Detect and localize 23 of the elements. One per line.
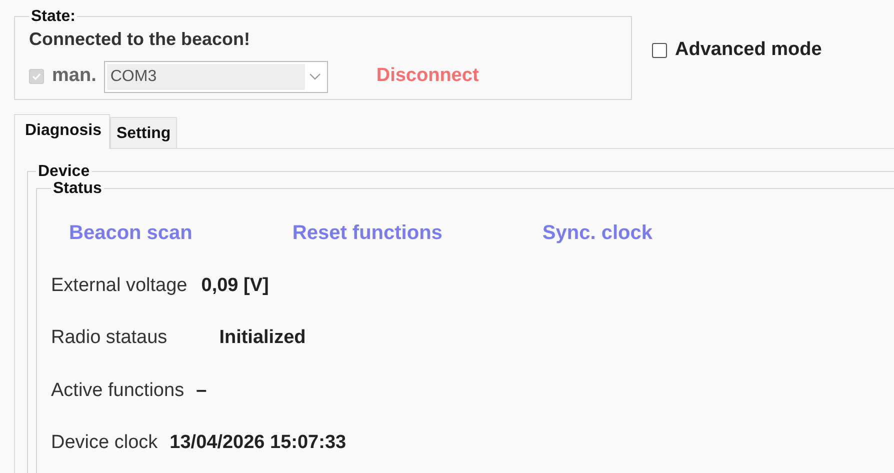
group-legend: Status [51, 180, 104, 198]
field-label: External voltage [51, 274, 188, 298]
field-value: 13/04/2026 15:07:33 [170, 431, 346, 456]
field-value: Initialized [219, 326, 306, 350]
checkmark-icon [31, 71, 42, 82]
disconnect-link[interactable]: Disconnect [376, 62, 479, 91]
field-label: Radio stataus [51, 326, 168, 350]
action-link[interactable]: Sync. clock [542, 218, 652, 248]
status-message: Connected to the beacon! [29, 28, 252, 51]
tab[interactable]: Diagnosis [14, 114, 110, 149]
checkbox-label: Advanced mode [675, 38, 822, 62]
checkbox-label: man. [52, 64, 96, 88]
advanced-checkbox[interactable] [652, 42, 667, 58]
tab[interactable]: Setting [110, 116, 177, 148]
group-legend: Device [36, 162, 92, 180]
group-legend: State: [29, 8, 78, 26]
field-value: – [196, 378, 207, 403]
field-label: Active functions [51, 378, 184, 403]
field-label: Device clock [51, 431, 158, 456]
action-link[interactable]: Beacon scan [69, 218, 192, 248]
field-value: 0,09 [V] [201, 274, 269, 298]
caret-icon [309, 72, 322, 81]
action-link[interactable]: Reset functions [292, 218, 442, 248]
